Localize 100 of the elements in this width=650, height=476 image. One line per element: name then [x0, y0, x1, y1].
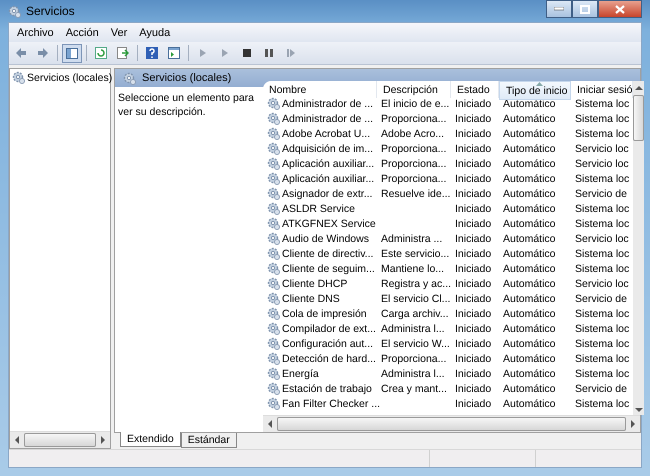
- table-cell: Crea y mant...: [381, 382, 447, 394]
- table-cell: ATKGFNEX Service: [282, 218, 376, 230]
- close-button[interactable]: [598, 0, 642, 18]
- table-cell: Iniciado: [455, 338, 492, 350]
- service-icon: [267, 187, 280, 200]
- table-cell: Automático: [503, 232, 556, 244]
- service-icon: [267, 217, 280, 230]
- maximize-button[interactable]: [572, 0, 598, 18]
- table-cell: Automático: [503, 112, 556, 124]
- table-cell: Iniciado: [455, 308, 492, 320]
- service-icon: [267, 202, 280, 215]
- table-cell: Cola de impresión: [282, 308, 367, 320]
- table-cell: Administrador de ...: [282, 112, 374, 124]
- table-cell: Automático: [503, 292, 556, 304]
- table-cell: Sistema loc: [575, 322, 630, 334]
- table-cell: Sistema loc: [575, 202, 630, 214]
- service-icon: [267, 142, 280, 155]
- table-cell: Servicio loc: [575, 142, 629, 154]
- table-cell: Cliente DNS: [282, 292, 340, 304]
- table-cell: Iniciado: [455, 352, 492, 364]
- scroll-arrow-icon[interactable]: [98, 435, 108, 445]
- service-icon: [267, 157, 280, 170]
- service-icon: [267, 262, 280, 275]
- service-icon: [267, 232, 280, 245]
- table-cell: Automático: [503, 352, 556, 364]
- menu-item[interactable]: Acción: [60, 26, 105, 38]
- table-cell: Proporciona...: [381, 142, 446, 154]
- table-cell: Sistema loc: [575, 352, 630, 364]
- service-icon: [267, 127, 280, 140]
- column-header[interactable]: Descripción: [377, 81, 451, 98]
- table-cell: Adobe Acro...: [381, 128, 444, 140]
- table-cell: Iniciado: [455, 262, 492, 274]
- service-icon: [267, 307, 280, 320]
- table-cell: Mantiene lo...: [381, 262, 444, 274]
- scroll-arrow-icon[interactable]: [634, 405, 644, 415]
- table-cell: Administra ...: [381, 232, 442, 244]
- table-cell: El servicio W...: [381, 338, 450, 350]
- table-cell: Compilador de ext...: [282, 322, 376, 334]
- column-header[interactable]: Tipo de inicio: [499, 81, 571, 100]
- service-icon: [267, 292, 280, 305]
- table-cell: Iniciado: [455, 98, 492, 110]
- menu-item[interactable]: Archivo: [11, 26, 60, 38]
- table-cell: Proporciona...: [381, 158, 446, 170]
- console-tree-icon[interactable]: [62, 44, 82, 62]
- gear-icon: [12, 71, 25, 84]
- service-icon: [267, 367, 280, 380]
- table-cell: Iniciado: [455, 278, 492, 290]
- table-cell: Servicio loc: [575, 158, 629, 170]
- table-cell: Automático: [503, 338, 556, 350]
- table-cell: Carga archiv...: [381, 308, 448, 320]
- table-cell: Proporciona...: [381, 172, 446, 184]
- table-cell: Automático: [503, 368, 556, 380]
- table-cell: Iniciado: [455, 172, 492, 184]
- table-cell: Sistema loc: [575, 172, 630, 184]
- table-cell: Resuelve ide...: [381, 188, 450, 200]
- table-cell: Sistema loc: [575, 262, 630, 274]
- scroll-arrow-icon[interactable]: [634, 83, 644, 93]
- table-cell: Este servicio...: [381, 248, 450, 260]
- description-text: Seleccione un elemento para ver su descripción.: [117, 91, 256, 120]
- table-cell: Sistema loc: [575, 398, 630, 410]
- scroll-arrow-icon[interactable]: [628, 419, 638, 429]
- table-cell: Iniciado: [455, 292, 492, 304]
- table-cell: Registra y ac...: [381, 278, 452, 290]
- table-cell: Iniciado: [455, 158, 492, 170]
- table-cell: Proporciona...: [381, 352, 446, 364]
- menu-item[interactable]: Ayuda: [133, 26, 176, 38]
- minimize-button[interactable]: [546, 0, 572, 18]
- table-cell: Administra l...: [381, 322, 445, 334]
- table-cell: Automático: [503, 398, 556, 410]
- service-icon: [267, 397, 280, 410]
- table-cell: Automático: [503, 158, 556, 170]
- tab[interactable]: Extendido: [120, 432, 181, 447]
- table-cell: Automático: [503, 128, 556, 140]
- minimize-icon: [554, 7, 564, 11]
- table-cell: Asignador de extr...: [282, 188, 372, 200]
- table-cell: Iniciado: [455, 142, 492, 154]
- table-cell: Aplicación auxiliar...: [282, 172, 374, 184]
- table-cell: Estación de trabajo: [282, 382, 372, 394]
- table-cell: ASLDR Service: [282, 202, 355, 214]
- service-icon: [267, 247, 280, 260]
- table-cell: Iniciado: [455, 398, 492, 410]
- table-cell: Cliente de seguim...: [282, 262, 375, 274]
- table-cell: Automático: [503, 308, 556, 320]
- table-cell: Configuración aut...: [282, 338, 374, 350]
- table-cell: Iniciado: [455, 188, 492, 200]
- table-cell: Iniciado: [455, 112, 492, 124]
- table-cell: Sistema loc: [575, 112, 630, 124]
- service-icon: [267, 277, 280, 290]
- table-cell: Adquisición de im...: [282, 142, 374, 154]
- table-cell: Servicio loc: [575, 278, 629, 290]
- table-cell: Automático: [503, 188, 556, 200]
- table-cell: Automático: [503, 98, 556, 110]
- menu-item[interactable]: Ver: [104, 26, 134, 38]
- table-cell: Automático: [503, 172, 556, 184]
- sort-caret-icon: [536, 82, 543, 86]
- table-cell: Adobe Acrobat U...: [282, 128, 370, 140]
- table-cell: Administrador de ...: [282, 98, 374, 110]
- table-cell: Servicio loc: [575, 232, 629, 244]
- tree-item[interactable]: Servicios (locales): [10, 69, 114, 86]
- tab[interactable]: Estándar: [180, 433, 237, 448]
